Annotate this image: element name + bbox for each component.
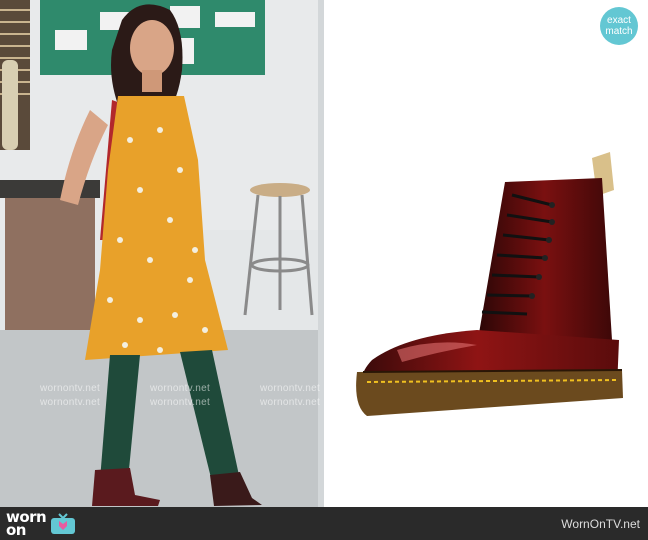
watermark-text: wornontv.net [150,397,211,408]
scene-illustration [0,0,324,507]
exact-match-badge: exact match [600,7,638,45]
watermark-text: wornontv.net [40,383,101,394]
badge-line-1: exact [607,15,631,26]
site-logo[interactable]: worn on [6,509,77,537]
logo-text: worn on [6,509,47,537]
watermark-text: wornontv.net [260,383,321,394]
badge-line-2: match [605,26,633,37]
product-photo [327,0,648,507]
tv-icon [51,512,76,534]
scene-photo [0,0,324,507]
boot-illustration [356,152,623,416]
watermark-text: wornontv.net [40,397,101,408]
footer-bar: worn on WornOnTV.net [0,507,648,540]
watermark-text: wornontv.net [260,397,321,408]
watermark-text: wornontv.net [150,383,211,394]
site-url[interactable]: WornOnTV.net [561,517,640,531]
